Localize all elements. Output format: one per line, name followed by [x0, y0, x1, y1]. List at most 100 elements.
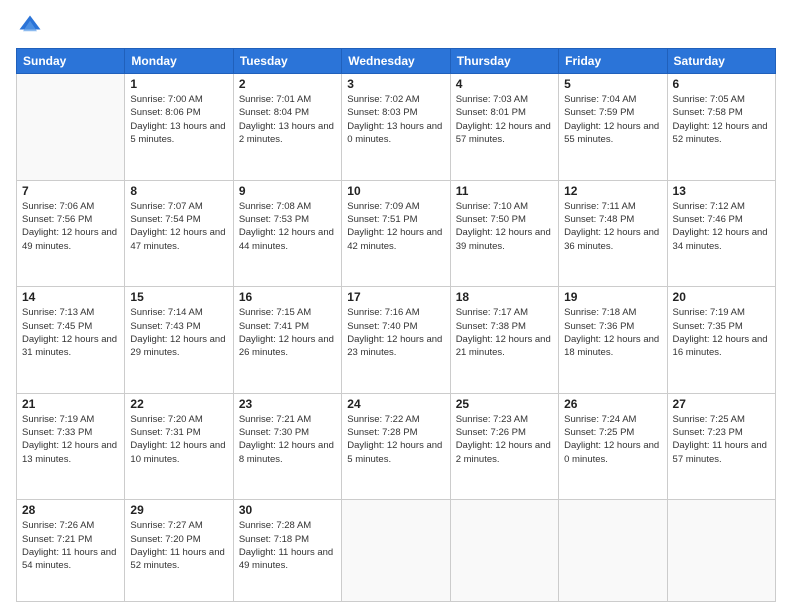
calendar-cell	[342, 500, 450, 602]
day-info: Sunrise: 7:00 AMSunset: 8:06 PMDaylight:…	[130, 93, 227, 146]
daylight-hours: Daylight: 12 hours and 57 minutes.	[456, 120, 553, 147]
calendar-cell	[450, 500, 558, 602]
day-number: 8	[130, 184, 227, 198]
sunset-time: Sunset: 7:46 PM	[673, 213, 770, 226]
day-number: 15	[130, 290, 227, 304]
daylight-hours: Daylight: 12 hours and 18 minutes.	[564, 333, 661, 360]
sunset-time: Sunset: 7:56 PM	[22, 213, 119, 226]
day-info: Sunrise: 7:25 AMSunset: 7:23 PMDaylight:…	[673, 413, 770, 466]
sunset-time: Sunset: 7:54 PM	[130, 213, 227, 226]
calendar-header-row: SundayMondayTuesdayWednesdayThursdayFrid…	[17, 49, 776, 74]
sunrise-time: Sunrise: 7:21 AM	[239, 413, 336, 426]
day-info: Sunrise: 7:19 AMSunset: 7:35 PMDaylight:…	[673, 306, 770, 359]
day-number: 14	[22, 290, 119, 304]
sunrise-time: Sunrise: 7:14 AM	[130, 306, 227, 319]
day-info: Sunrise: 7:28 AMSunset: 7:18 PMDaylight:…	[239, 519, 336, 572]
day-number: 24	[347, 397, 444, 411]
calendar-cell	[17, 74, 125, 181]
sunrise-time: Sunrise: 7:05 AM	[673, 93, 770, 106]
day-number: 17	[347, 290, 444, 304]
daylight-hours: Daylight: 11 hours and 57 minutes.	[673, 439, 770, 466]
calendar-cell: 6Sunrise: 7:05 AMSunset: 7:58 PMDaylight…	[667, 74, 775, 181]
daylight-hours: Daylight: 12 hours and 0 minutes.	[564, 439, 661, 466]
sunset-time: Sunset: 7:26 PM	[456, 426, 553, 439]
sunset-time: Sunset: 7:20 PM	[130, 533, 227, 546]
daylight-hours: Daylight: 11 hours and 54 minutes.	[22, 546, 119, 573]
daylight-hours: Daylight: 12 hours and 13 minutes.	[22, 439, 119, 466]
calendar-cell: 7Sunrise: 7:06 AMSunset: 7:56 PMDaylight…	[17, 180, 125, 287]
calendar-cell	[559, 500, 667, 602]
calendar-cell: 11Sunrise: 7:10 AMSunset: 7:50 PMDayligh…	[450, 180, 558, 287]
calendar-cell: 2Sunrise: 7:01 AMSunset: 8:04 PMDaylight…	[233, 74, 341, 181]
sunrise-time: Sunrise: 7:17 AM	[456, 306, 553, 319]
column-header-thursday: Thursday	[450, 49, 558, 74]
day-info: Sunrise: 7:13 AMSunset: 7:45 PMDaylight:…	[22, 306, 119, 359]
day-number: 20	[673, 290, 770, 304]
logo	[16, 12, 48, 40]
day-number: 13	[673, 184, 770, 198]
calendar-cell: 16Sunrise: 7:15 AMSunset: 7:41 PMDayligh…	[233, 287, 341, 394]
sunset-time: Sunset: 7:45 PM	[22, 320, 119, 333]
column-header-monday: Monday	[125, 49, 233, 74]
calendar-cell: 27Sunrise: 7:25 AMSunset: 7:23 PMDayligh…	[667, 393, 775, 500]
calendar-cell: 21Sunrise: 7:19 AMSunset: 7:33 PMDayligh…	[17, 393, 125, 500]
daylight-hours: Daylight: 12 hours and 39 minutes.	[456, 226, 553, 253]
page: SundayMondayTuesdayWednesdayThursdayFrid…	[0, 0, 792, 612]
day-info: Sunrise: 7:16 AMSunset: 7:40 PMDaylight:…	[347, 306, 444, 359]
day-number: 9	[239, 184, 336, 198]
calendar-week-row: 28Sunrise: 7:26 AMSunset: 7:21 PMDayligh…	[17, 500, 776, 602]
sunrise-time: Sunrise: 7:16 AM	[347, 306, 444, 319]
sunset-time: Sunset: 7:31 PM	[130, 426, 227, 439]
day-info: Sunrise: 7:01 AMSunset: 8:04 PMDaylight:…	[239, 93, 336, 146]
day-info: Sunrise: 7:06 AMSunset: 7:56 PMDaylight:…	[22, 200, 119, 253]
sunrise-time: Sunrise: 7:01 AM	[239, 93, 336, 106]
calendar-week-row: 14 Sunrise: 7:13 AMSunset: 7:45 PMDayligh…	[17, 287, 776, 394]
day-info: Sunrise: 7:27 AMSunset: 7:20 PMDaylight:…	[130, 519, 227, 572]
sunrise-time: Sunrise: 7:26 AM	[22, 519, 119, 532]
calendar-cell: 4Sunrise: 7:03 AMSunset: 8:01 PMDaylight…	[450, 74, 558, 181]
sunrise-time: Sunrise: 7:04 AM	[564, 93, 661, 106]
day-number: 23	[239, 397, 336, 411]
sunset-time: Sunset: 7:48 PM	[564, 213, 661, 226]
sunset-time: Sunset: 7:35 PM	[673, 320, 770, 333]
daylight-hours: Daylight: 12 hours and 31 minutes.	[22, 333, 119, 360]
sunrise-time: Sunrise: 7:15 AM	[239, 306, 336, 319]
calendar-cell: 1Sunrise: 7:00 AMSunset: 8:06 PMDaylight…	[125, 74, 233, 181]
day-info: Sunrise: 7:24 AMSunset: 7:25 PMDaylight:…	[564, 413, 661, 466]
day-number: 25	[456, 397, 553, 411]
sunset-time: Sunset: 8:04 PM	[239, 106, 336, 119]
sunrise-time: Sunrise: 7:02 AM	[347, 93, 444, 106]
daylight-hours: Daylight: 12 hours and 42 minutes.	[347, 226, 444, 253]
day-number: 18	[456, 290, 553, 304]
sunrise-time: Sunrise: 7:00 AM	[130, 93, 227, 106]
day-info: Sunrise: 7:12 AMSunset: 7:46 PMDaylight:…	[673, 200, 770, 253]
day-number: 5	[564, 77, 661, 91]
day-number: 4	[456, 77, 553, 91]
sunset-time: Sunset: 7:58 PM	[673, 106, 770, 119]
sunset-time: Sunset: 7:50 PM	[456, 213, 553, 226]
sunrise-time: Sunrise: 7:19 AM	[22, 413, 119, 426]
day-info: Sunrise: 7:05 AMSunset: 7:58 PMDaylight:…	[673, 93, 770, 146]
day-number: 29	[130, 503, 227, 517]
sunset-time: Sunset: 7:18 PM	[239, 533, 336, 546]
column-header-wednesday: Wednesday	[342, 49, 450, 74]
sunrise-time: Sunrise: 7:19 AM	[673, 306, 770, 319]
logo-icon	[16, 12, 44, 40]
day-info: Sunrise: 7:23 AMSunset: 7:26 PMDaylight:…	[456, 413, 553, 466]
daylight-hours: Daylight: 12 hours and 23 minutes.	[347, 333, 444, 360]
daylight-hours: Daylight: 12 hours and 47 minutes.	[130, 226, 227, 253]
day-info: Sunrise: 7:19 AMSunset: 7:33 PMDaylight:…	[22, 413, 119, 466]
daylight-hours: Daylight: 13 hours and 2 minutes.	[239, 120, 336, 147]
sunrise-time: Sunrise: 7:11 AM	[564, 200, 661, 213]
sunrise-time: Sunrise: 7:25 AM	[673, 413, 770, 426]
sunrise-time: Sunrise: 7:28 AM	[239, 519, 336, 532]
sunset-time: Sunset: 7:33 PM	[22, 426, 119, 439]
daylight-hours: Daylight: 12 hours and 16 minutes.	[673, 333, 770, 360]
day-info: Sunrise: 7:14 AMSunset: 7:43 PMDaylight:…	[130, 306, 227, 359]
header	[16, 12, 776, 40]
sunset-time: Sunset: 7:53 PM	[239, 213, 336, 226]
day-info: Sunrise: 7:09 AMSunset: 7:51 PMDaylight:…	[347, 200, 444, 253]
calendar-cell: 9Sunrise: 7:08 AMSunset: 7:53 PMDaylight…	[233, 180, 341, 287]
calendar-cell: 29 Sunrise: 7:27 AMSunset: 7:20 PMDayligh…	[125, 500, 233, 602]
sunset-time: Sunset: 7:25 PM	[564, 426, 661, 439]
